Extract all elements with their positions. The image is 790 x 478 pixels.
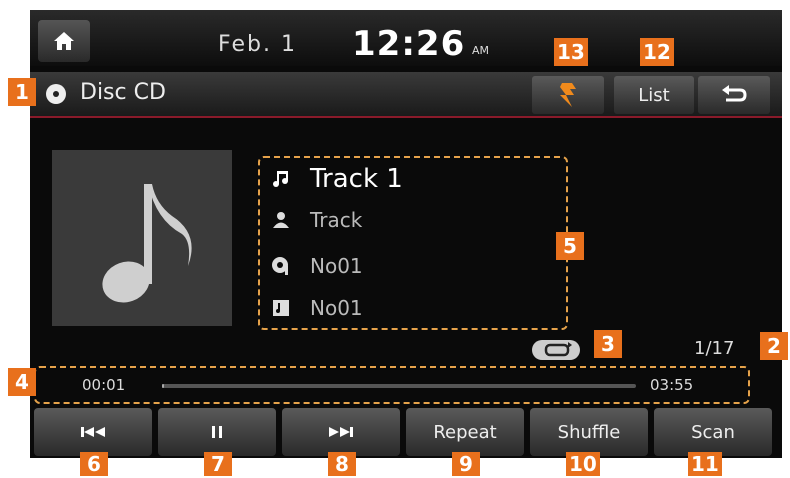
folder-row: No01 [270, 296, 363, 320]
date-display: Feb. 1 [218, 32, 297, 57]
previous-icon [81, 427, 105, 437]
previous-button[interactable] [34, 408, 152, 456]
elapsed-time: 00:01 [82, 376, 126, 394]
track-title-row: Track 1 [270, 164, 403, 194]
shuffle-button-label: Shuffle [557, 421, 621, 443]
scan-button[interactable]: Scan [654, 408, 772, 456]
callout-7: 7 [204, 452, 232, 476]
album-row: No01 [270, 254, 363, 278]
callout-5: 5 [556, 232, 584, 260]
repeat-mode-indicator [532, 340, 580, 360]
pause-icon [212, 426, 222, 438]
repeat-one-icon [544, 342, 572, 357]
home-button[interactable] [38, 20, 90, 62]
album-name: No01 [310, 254, 363, 278]
callout-13: 13 [554, 38, 588, 66]
soundhound-button[interactable] [532, 76, 604, 114]
disc-icon [46, 84, 66, 104]
track-counter: 1/17 [694, 338, 735, 359]
callout-6: 6 [80, 452, 108, 476]
back-button[interactable] [698, 76, 770, 114]
track-info-box: Track 1 Track No01 No01 [258, 156, 568, 330]
progress-fill [162, 384, 164, 388]
album-art [52, 150, 232, 326]
callout-8: 8 [328, 452, 356, 476]
repeat-button-label: Repeat [433, 421, 497, 443]
head-unit-screen: Feb. 1 12:26 AM Disc CD List Track 1 Tra… [30, 10, 782, 458]
callout-2: 2 [760, 332, 788, 360]
artist-icon [270, 209, 292, 231]
soundhound-icon [560, 83, 576, 107]
callout-12: 12 [640, 38, 674, 66]
music-note-small-icon [270, 168, 292, 190]
pause-button[interactable] [158, 408, 276, 456]
callout-1: 1 [8, 78, 36, 106]
back-icon [722, 85, 747, 102]
folder-icon [270, 297, 292, 319]
home-icon [54, 32, 74, 50]
callout-3: 3 [594, 330, 622, 358]
artist-row: Track [270, 208, 362, 232]
scan-button-label: Scan [691, 421, 735, 443]
next-button[interactable] [282, 408, 400, 456]
album-icon [270, 255, 292, 277]
list-button[interactable]: List [614, 76, 694, 114]
track-title: Track 1 [310, 164, 403, 194]
total-time: 03:55 [650, 376, 694, 394]
source-label: Disc CD [80, 80, 166, 105]
folder-name: No01 [310, 296, 363, 320]
list-button-label: List [638, 84, 670, 106]
callout-4: 4 [8, 368, 36, 396]
progress-bar[interactable] [162, 384, 636, 388]
callout-10: 10 [566, 452, 600, 476]
music-note-icon [102, 184, 192, 303]
next-icon [329, 427, 353, 437]
repeat-button[interactable]: Repeat [406, 408, 524, 456]
callout-9: 9 [452, 452, 480, 476]
ampm-indicator: AM [472, 44, 490, 57]
artist-name: Track [310, 208, 363, 232]
callout-11: 11 [688, 452, 722, 476]
shuffle-button[interactable]: Shuffle [530, 408, 648, 456]
clock-display: 12:26 [352, 24, 466, 64]
